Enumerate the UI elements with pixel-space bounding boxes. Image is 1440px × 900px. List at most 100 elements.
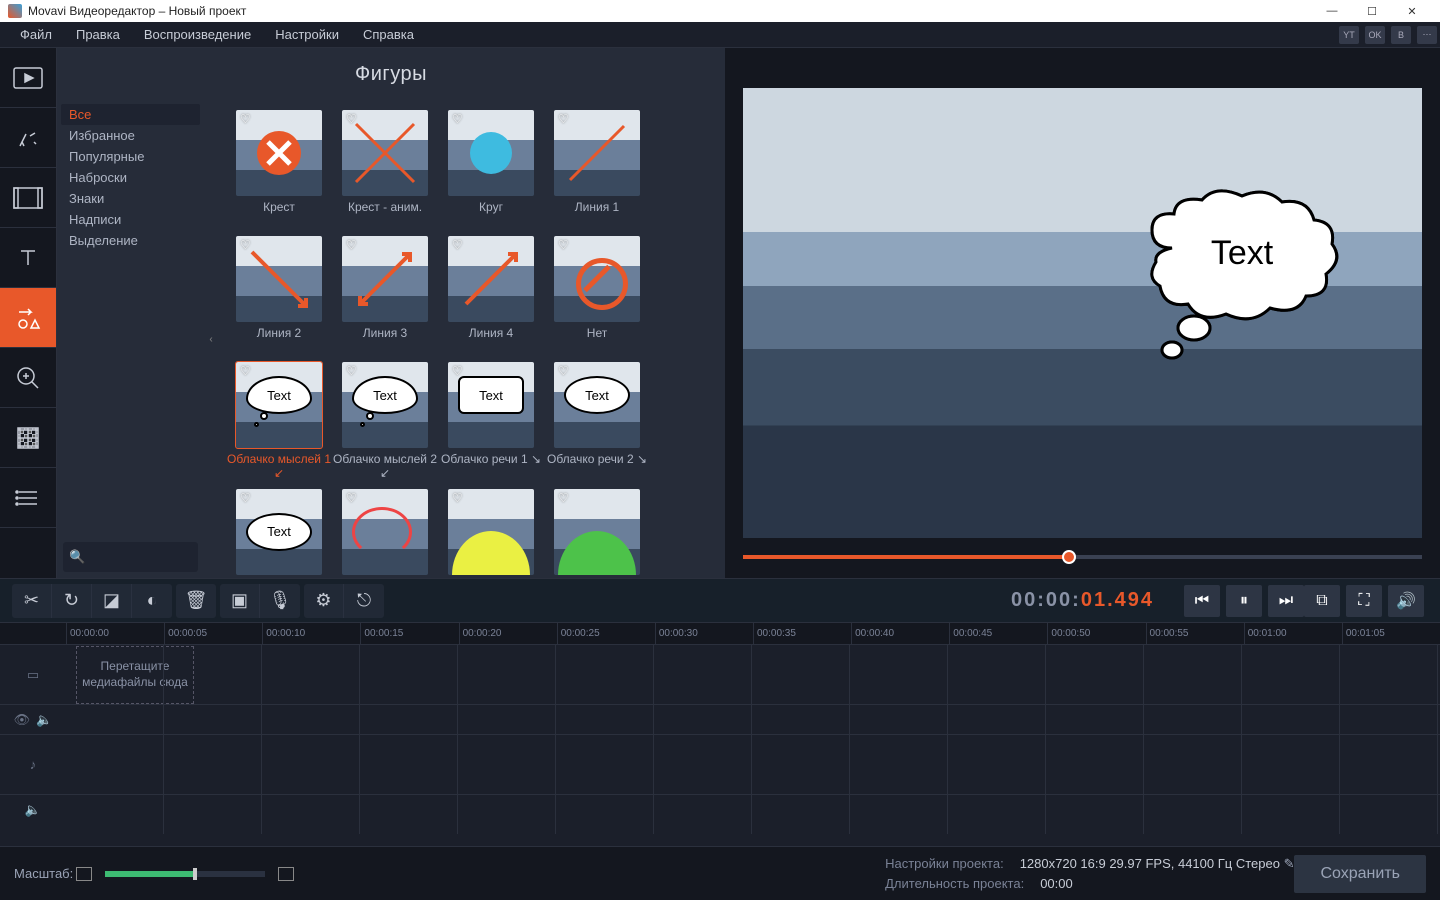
favorite-icon[interactable]: ♡ [558, 491, 569, 505]
category-popular[interactable]: Популярные [61, 146, 200, 167]
media-dropzone[interactable]: Перетащите медиафайлы сюда [76, 646, 194, 704]
fit-width-icon[interactable] [76, 867, 92, 881]
shape-item[interactable]: ♡TextОблачко речи 2 ↘ [544, 362, 650, 481]
fullscreen-button[interactable]: ⛶ [1346, 585, 1382, 617]
category-signs[interactable]: Знаки [61, 188, 200, 209]
delete-button[interactable]: 🗑 [176, 584, 216, 618]
undock-button[interactable]: ⧉ [1304, 585, 1340, 617]
rail-zoom-button[interactable] [0, 348, 56, 408]
shape-thumb[interactable]: ♡ [342, 236, 428, 322]
link-track[interactable]: 👁🔈 [0, 705, 1440, 735]
equalizer-button[interactable]: ⎋ [344, 584, 384, 618]
ruler-tick[interactable]: 00:00:35 [753, 623, 851, 644]
audio-track[interactable]: ♪ [0, 735, 1440, 795]
eye-icon[interactable]: 👁 [14, 712, 31, 728]
shape-item[interactable]: ♡Крест [226, 110, 332, 228]
edit-settings-icon[interactable]: ✎ [1284, 856, 1295, 871]
preview-scrubber[interactable] [743, 542, 1422, 572]
shape-thumb[interactable]: ♡ [554, 110, 640, 196]
audio-icon[interactable]: 🔈 [36, 712, 52, 728]
crop-button[interactable]: ◪ [92, 584, 132, 618]
shape-item[interactable]: ♡TextОблачко речи 1 ↘ [438, 362, 544, 481]
category-search[interactable]: 🔍 ✕ [63, 542, 198, 572]
play-pause-button[interactable]: ⏸ [1226, 585, 1262, 617]
preview-canvas[interactable]: Text [743, 88, 1422, 538]
rotate-button[interactable]: ↻ [52, 584, 92, 618]
share-ok-icon[interactable]: OK [1365, 26, 1385, 44]
clip-settings-button[interactable]: ⚙ [304, 584, 344, 618]
category-favorites[interactable]: Избранное [61, 125, 200, 146]
shape-thumb[interactable]: ♡ [342, 110, 428, 196]
ruler-tick[interactable]: 00:00:30 [655, 623, 753, 644]
next-frame-button[interactable]: ⏭ [1268, 585, 1304, 617]
collapse-handle[interactable]: ‹ [204, 100, 218, 578]
shape-thumb[interactable]: ♡Text [554, 362, 640, 448]
shape-item[interactable]: ♡TextОблачко мыслей 1 ↙ [226, 362, 332, 481]
ruler-tick[interactable]: 00:00:00 [66, 623, 164, 644]
favorite-icon[interactable]: ♡ [558, 364, 569, 378]
category-sketches[interactable]: Наброски [61, 167, 200, 188]
ruler-tick[interactable]: 00:00:40 [851, 623, 949, 644]
category-all[interactable]: Все [61, 104, 200, 125]
ruler-tick[interactable]: 00:00:05 [164, 623, 262, 644]
shape-item[interactable]: ♡Text [226, 489, 332, 578]
shape-item[interactable]: ♡Линия 4 [438, 236, 544, 354]
shape-item[interactable]: ♡ [438, 489, 544, 578]
scrub-track[interactable] [743, 555, 1422, 559]
ruler-tick[interactable]: 00:00:15 [360, 623, 458, 644]
shape-thumb[interactable]: ♡ [236, 110, 322, 196]
ruler-tick[interactable]: 00:00:10 [262, 623, 360, 644]
shape-item[interactable]: ♡Нет [544, 236, 650, 354]
snapshot-button[interactable]: ▣ [220, 584, 260, 618]
prev-frame-button[interactable]: ⏮ [1184, 585, 1220, 617]
scrub-knob[interactable] [1062, 550, 1076, 564]
shape-thumb[interactable]: ♡Text [236, 362, 322, 448]
share-more-icon[interactable]: ⋯ [1417, 26, 1437, 44]
favorite-icon[interactable]: ♡ [346, 364, 357, 378]
shape-item[interactable]: ♡Крест - аним. [332, 110, 438, 228]
timeline-ruler[interactable]: 00:00:0000:00:0500:00:1000:00:1500:00:20… [0, 622, 1440, 644]
shape-thumb[interactable]: ♡Text [236, 489, 322, 575]
menu-file[interactable]: Файл [8, 22, 64, 47]
video-track[interactable]: ▭ Перетащите медиафайлы сюда [0, 645, 1440, 705]
shape-item[interactable]: ♡ [544, 489, 650, 578]
ruler-tick[interactable]: 00:00:45 [949, 623, 1047, 644]
shape-thumb[interactable]: ♡ [448, 236, 534, 322]
rail-titles-button[interactable] [0, 228, 56, 288]
category-captions[interactable]: Надписи [61, 209, 200, 230]
favorite-icon[interactable]: ♡ [240, 491, 251, 505]
maximize-button[interactable]: ☐ [1352, 0, 1392, 22]
shape-thumb[interactable]: ♡ [554, 236, 640, 322]
shape-item[interactable]: ♡ [332, 489, 438, 578]
shape-thumb[interactable]: ♡ [554, 489, 640, 575]
menu-edit[interactable]: Правка [64, 22, 132, 47]
ruler-tick[interactable]: 00:00:55 [1146, 623, 1244, 644]
shape-item[interactable]: ♡Линия 1 [544, 110, 650, 228]
volume-button[interactable]: 🔊 [1388, 585, 1424, 617]
ruler-tick[interactable]: 00:01:00 [1244, 623, 1342, 644]
favorite-icon[interactable]: ♡ [346, 491, 357, 505]
shape-item[interactable]: ♡Круг [438, 110, 544, 228]
zoom-slider[interactable] [105, 871, 265, 877]
rail-transitions-button[interactable] [0, 168, 56, 228]
minimize-button[interactable]: — [1312, 0, 1352, 22]
close-button[interactable]: ✕ [1392, 0, 1432, 22]
rail-chroma-button[interactable] [0, 408, 56, 468]
record-audio-button[interactable]: 🎙 [260, 584, 300, 618]
shape-item[interactable]: ♡TextОблачко мыслей 2 ↙ [332, 362, 438, 481]
audio-track-2[interactable]: 🔈 [0, 795, 1440, 825]
menu-settings[interactable]: Настройки [263, 22, 351, 47]
shape-thumb[interactable]: ♡ [448, 110, 534, 196]
share-vk-icon[interactable]: В [1391, 26, 1411, 44]
ruler-tick[interactable]: 00:00:20 [459, 623, 557, 644]
shape-thumb[interactable]: ♡ [236, 236, 322, 322]
shape-item[interactable]: ♡Линия 2 [226, 236, 332, 354]
share-youtube-icon[interactable]: YT [1339, 26, 1359, 44]
fit-content-icon[interactable] [278, 867, 294, 881]
rail-media-button[interactable] [0, 48, 56, 108]
favorite-icon[interactable]: ♡ [452, 491, 463, 505]
ruler-tick[interactable]: 00:00:50 [1047, 623, 1145, 644]
save-button[interactable]: Сохранить [1294, 855, 1426, 893]
category-highlight[interactable]: Выделение [61, 230, 200, 251]
shape-item[interactable]: ♡Линия 3 [332, 236, 438, 354]
